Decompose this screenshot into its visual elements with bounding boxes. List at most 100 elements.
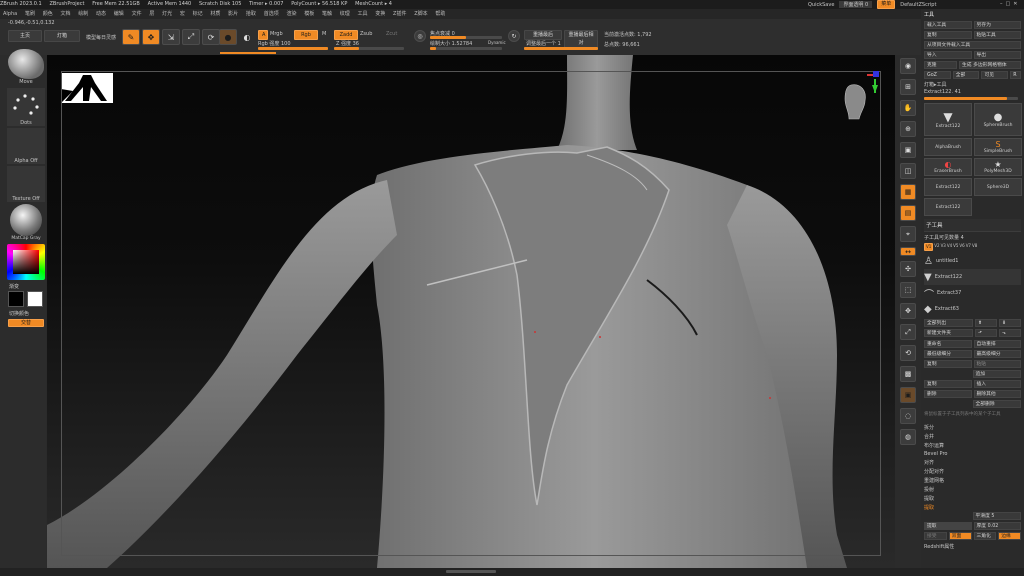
default-script[interactable]: DefaultZScript	[900, 2, 936, 8]
auto-reorder-button[interactable]: 自动重排	[973, 340, 1021, 348]
rename-button[interactable]: 重命名	[924, 340, 972, 348]
menu-item[interactable]: 模板	[304, 9, 314, 19]
solo-icon[interactable]: ◍	[900, 429, 916, 445]
duplicate-button[interactable]: 复制	[924, 380, 972, 388]
frame-icon[interactable]: ⬚	[900, 282, 916, 298]
paste-tool-button[interactable]: 粘贴工具	[973, 31, 1021, 39]
boolean-menu[interactable]: 布尔运算	[924, 441, 1021, 450]
replay-last-rel-button[interactable]: 重播最后相对	[564, 30, 598, 48]
stroke-slot[interactable]: Dots	[7, 88, 45, 126]
menu-item[interactable]: Alpha	[3, 9, 17, 19]
distribute-menu[interactable]: 分配对齐	[924, 467, 1021, 476]
tool-thumb[interactable]: Extract122	[924, 198, 972, 216]
make-polymesh-button[interactable]: 生成 多边形网格物体	[959, 61, 1021, 69]
subtool-tab[interactable]: V7	[966, 243, 971, 251]
dynamic-toggle[interactable]: Dynamic	[488, 40, 506, 45]
folder-up-icon[interactable]: ⬏	[975, 329, 997, 337]
merge-menu[interactable]: 合并	[924, 432, 1021, 441]
xyz-icon[interactable]: ✣	[900, 261, 916, 277]
tool-thumb[interactable]: AlphaBrush	[924, 138, 972, 156]
paste-subtool-button[interactable]: 粘贴	[973, 360, 1021, 368]
import-button[interactable]: 导入	[924, 51, 972, 59]
zsub-toggle[interactable]: Zsub	[360, 31, 372, 37]
main-color-swatch[interactable]	[8, 291, 24, 307]
menu-item[interactable]: 帮助	[435, 9, 445, 19]
tcorner-toggle[interactable]: 三角化	[973, 532, 997, 540]
border-toggle[interactable]: 边缘	[998, 532, 1021, 540]
a-button[interactable]: A	[258, 30, 268, 40]
tool-thumb[interactable]: ◐ EraserBrush	[924, 158, 972, 176]
focal-shift-slider[interactable]	[430, 36, 502, 39]
menu-item[interactable]: 宏	[180, 9, 185, 19]
maximize-icon[interactable]: □	[1006, 1, 1011, 7]
tool-thumb[interactable]: Sphere3D	[974, 178, 1022, 196]
tool-thumb[interactable]: S SimpleBrush	[974, 138, 1022, 156]
scroll-icon[interactable]: ✋	[900, 100, 916, 116]
bpr-icon[interactable]: ◉	[900, 58, 916, 74]
subtool-tab[interactable]: V8	[972, 243, 977, 251]
color-picker[interactable]	[7, 244, 45, 280]
menu-item[interactable]: 渲染	[286, 9, 296, 19]
zoom-icon[interactable]: ⊕	[900, 121, 916, 137]
menu-item[interactable]: 编辑	[114, 9, 124, 19]
project-menu[interactable]: 投射	[924, 485, 1021, 494]
close-icon[interactable]: ✕	[1013, 1, 1017, 7]
tutorial-link[interactable]: 模型每日灵感	[86, 34, 116, 41]
focal-icon[interactable]: ◎	[414, 30, 426, 42]
menu-item[interactable]: 首选项	[264, 9, 279, 19]
texture-sphere-icon[interactable]: ◐	[238, 29, 256, 45]
subtool-tab[interactable]: V4	[947, 243, 952, 251]
gradient-label[interactable]: 渐变	[9, 283, 19, 290]
navigation-head-icon[interactable]	[841, 81, 869, 121]
up-arrow-icon[interactable]: ⬆	[975, 319, 997, 327]
folder-down-icon[interactable]: ⬎	[999, 329, 1021, 337]
lightbox-tools-button[interactable]: 灯箱▸工具	[924, 81, 1021, 88]
bevel-pro-menu[interactable]: Bevel Pro	[924, 450, 1021, 458]
draw-size-slider[interactable]	[430, 47, 502, 50]
replay-icon[interactable]: ↻	[508, 30, 520, 42]
material-sphere-icon[interactable]: ●	[219, 29, 237, 45]
insert-button[interactable]: 插入	[973, 380, 1021, 388]
menu-item[interactable]: Z插件	[393, 9, 406, 19]
list-all-button[interactable]: 全部列出	[924, 319, 973, 327]
menu-item[interactable]: Z脚本	[414, 9, 427, 19]
draw-icon[interactable]: ✥	[142, 29, 160, 45]
load-from-project-button[interactable]: 从项目文件载入工具	[924, 41, 1021, 49]
delete-button[interactable]: 删除	[924, 390, 972, 398]
viewport-canvas[interactable]	[47, 55, 895, 568]
lightbox-tab[interactable]: 灯箱	[44, 30, 80, 42]
perspective-icon[interactable]: ▦	[900, 184, 916, 200]
menu-item[interactable]: 颜色	[43, 9, 53, 19]
mrgb-toggle[interactable]: Mrgb	[270, 31, 283, 37]
save-as-button[interactable]: 另存为	[973, 21, 1021, 29]
all-button[interactable]: 全部	[952, 71, 980, 79]
extract-section[interactable]: 提取	[924, 503, 1021, 512]
subtool-tab[interactable]: V2	[934, 243, 939, 251]
accept-button[interactable]: 接受	[924, 532, 947, 540]
scale-view-icon[interactable]: ⤢	[900, 324, 916, 340]
r-button[interactable]: R	[1010, 71, 1022, 79]
zcut-toggle[interactable]: Zcut	[386, 31, 397, 37]
rgb-intensity-slider[interactable]	[258, 47, 328, 50]
rgb-toggle[interactable]: Rgb	[294, 30, 318, 40]
copy-subtool-button[interactable]: 复制	[924, 360, 972, 368]
subtool-row[interactable]: ▼ Extract122	[924, 269, 1021, 285]
switch-color-button[interactable]: 切换颜色	[9, 310, 29, 317]
minimize-icon[interactable]: –	[1000, 1, 1003, 7]
extract-button[interactable]: 提取	[924, 522, 972, 530]
menu-item[interactable]: 动态	[96, 9, 106, 19]
subtool-tab[interactable]: V5	[953, 243, 958, 251]
extract-menu[interactable]: 提取	[924, 494, 1021, 503]
menus-button[interactable]: 菜单	[877, 0, 896, 9]
replay-last-button[interactable]: 重播最后	[524, 30, 562, 40]
menu-item[interactable]: 纹理	[340, 9, 350, 19]
menu-item[interactable]: 拾取	[246, 9, 256, 19]
ghost-icon[interactable]: ◌	[900, 408, 916, 424]
smooth-field[interactable]: 平滑度 5	[972, 512, 1021, 520]
interface-transparency[interactable]: 界面透明 0	[839, 1, 873, 8]
subtool-row[interactable]: ⌒ Extract37	[924, 285, 1021, 301]
copy-tool-button[interactable]: 复制	[924, 31, 972, 39]
material-slot[interactable]: MatCap Gray	[7, 204, 45, 242]
menu-item[interactable]: 层	[149, 9, 154, 19]
spix-icon[interactable]: ⊞	[900, 79, 916, 95]
